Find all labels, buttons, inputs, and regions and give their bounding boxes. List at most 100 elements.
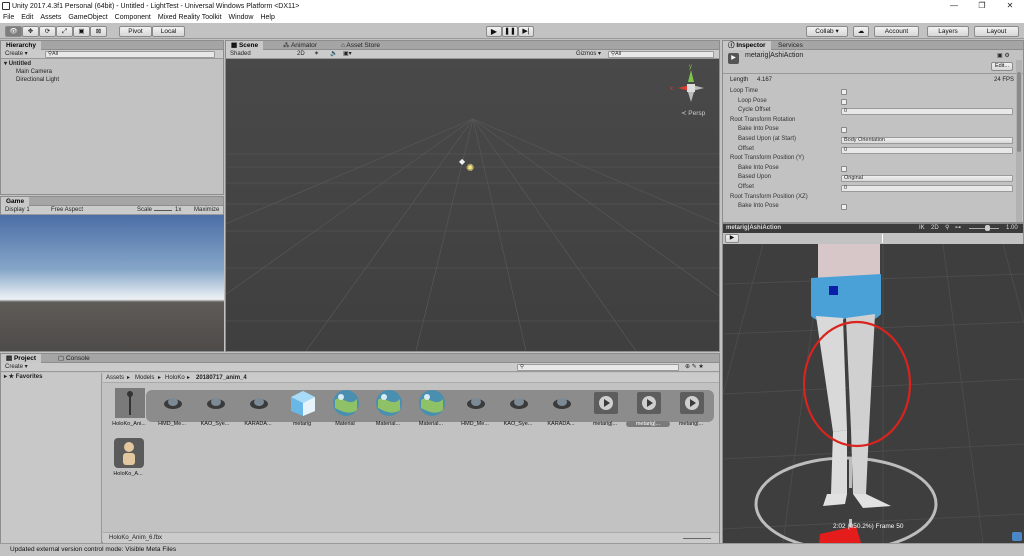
- preview-avatar-icon[interactable]: [1012, 532, 1022, 541]
- 2d-mode-toggle[interactable]: 2D: [297, 50, 305, 58]
- inspector-checkbox[interactable]: [841, 204, 847, 211]
- asset-item[interactable]: KARADA...: [541, 388, 581, 430]
- close-button[interactable]: ✕: [996, 0, 1024, 12]
- layers-dropdown[interactable]: Layers: [927, 26, 969, 37]
- persp-label[interactable]: ≺ Persp: [681, 109, 705, 117]
- asset-item[interactable]: HMD_Me...: [152, 388, 192, 430]
- speed-slider[interactable]: [969, 228, 999, 229]
- inspector-scrollbar[interactable]: [1016, 60, 1022, 222]
- hierarchy-item-directional-light[interactable]: Directional Light: [16, 76, 59, 84]
- layout-dropdown[interactable]: Layout: [974, 26, 1019, 37]
- scale-tool-button[interactable]: ⤢: [56, 26, 73, 37]
- rotate-tool-button[interactable]: ⟳: [39, 26, 56, 37]
- menu-file[interactable]: File: [3, 14, 14, 21]
- asset-item[interactable]: KAO_Sye...: [498, 388, 538, 430]
- menu-help[interactable]: Help: [260, 14, 274, 21]
- gizmos-dropdown[interactable]: Gizmos ▾: [576, 50, 601, 58]
- scale-slider[interactable]: [154, 210, 172, 211]
- scene-viewport[interactable]: ◆ ✺ y x ≺ Persp: [0, 59, 1017, 352]
- maximize-on-play-toggle[interactable]: Maximize: [194, 206, 219, 214]
- icon-size-slider[interactable]: [683, 538, 711, 539]
- collab-button[interactable]: Collab ▾: [806, 26, 848, 37]
- preview-play-button[interactable]: ▶: [725, 234, 739, 243]
- preview-timeline[interactable]: ▶: [723, 233, 1023, 244]
- asset-item[interactable]: KARADA...: [238, 388, 278, 430]
- menu-component[interactable]: Component: [115, 14, 151, 21]
- edit-button[interactable]: Edit...: [991, 62, 1013, 71]
- rect-tool-button[interactable]: ▣: [73, 26, 90, 37]
- breadcrumb-assets[interactable]: Assets: [106, 374, 124, 382]
- camera-gizmo-icon[interactable]: ◆: [459, 157, 465, 166]
- menu-assets[interactable]: Assets: [40, 14, 61, 21]
- game-viewport[interactable]: [0, 215, 224, 351]
- preview-viewport[interactable]: 2:02 (050.2%) Frame 50: [723, 244, 1024, 543]
- timeline-playhead[interactable]: [882, 234, 883, 243]
- tab-scene[interactable]: ▦ Scene: [226, 41, 264, 50]
- asset-item[interactable]: HoloKo_Ani...: [109, 388, 149, 430]
- scene-search-input[interactable]: ⚲All: [608, 51, 714, 58]
- inspector-value-field[interactable]: 0: [841, 108, 1013, 116]
- inspector-value-field[interactable]: 0: [841, 185, 1013, 192]
- ik-toggle[interactable]: IK: [919, 224, 925, 232]
- speed-slider-thumb[interactable]: [985, 225, 990, 231]
- scene-lighting-icon[interactable]: ✶: [314, 50, 319, 58]
- orientation-gizmo[interactable]: y x: [668, 62, 714, 108]
- asset-item[interactable]: metarig|...: [626, 388, 670, 430]
- tab-asset-store[interactable]: ⌂ Asset Store: [336, 41, 385, 50]
- move-tool-button[interactable]: ✥: [22, 26, 39, 37]
- tab-hierarchy[interactable]: Hierarchy: [1, 41, 41, 50]
- asset-item[interactable]: metarig: [282, 388, 322, 430]
- inspector-scroll-thumb[interactable]: [1017, 72, 1021, 152]
- inspector-checkbox[interactable]: [841, 89, 847, 95]
- favorites-folder[interactable]: ▸ ★ Favorites: [4, 373, 42, 381]
- tab-project[interactable]: ▤ Project: [1, 354, 41, 363]
- asset-item[interactable]: HMD_Me...: [455, 388, 495, 430]
- transform-tool-button[interactable]: ⊠: [90, 26, 107, 37]
- hierarchy-search-input[interactable]: ⚲All: [45, 51, 215, 58]
- inspector-checkbox[interactable]: [841, 127, 847, 134]
- display-dropdown[interactable]: Display 1: [5, 206, 30, 214]
- minimize-button[interactable]: —: [940, 0, 968, 12]
- project-search-input[interactable]: ⚲: [517, 364, 679, 371]
- breadcrumb-current[interactable]: 20180717_anim_4: [196, 374, 247, 382]
- hierarchy-item-main-camera[interactable]: Main Camera: [16, 68, 52, 76]
- local-toggle-button[interactable]: Local: [152, 26, 185, 37]
- preview-2d-toggle[interactable]: 2D: [931, 224, 939, 232]
- step-button[interactable]: ▶|: [518, 26, 534, 37]
- inspector-value-field[interactable]: 0: [841, 146, 1013, 154]
- pivot-toggle-button[interactable]: Pivot: [119, 26, 152, 37]
- play-button[interactable]: ▶: [486, 26, 502, 37]
- project-filter-icons[interactable]: ⊕ ✎ ★: [685, 363, 704, 371]
- project-create-button[interactable]: Create ▾: [5, 363, 28, 371]
- asset-item[interactable]: metarig|...: [671, 388, 711, 430]
- account-dropdown[interactable]: Account: [874, 26, 919, 37]
- maximize-button[interactable]: ❐: [968, 0, 996, 12]
- menu-edit[interactable]: Edit: [21, 14, 33, 21]
- light-gizmo-icon[interactable]: ✺: [466, 163, 474, 174]
- scene-audio-icon[interactable]: 🔈: [330, 50, 337, 58]
- asset-item[interactable]: Material: [325, 388, 365, 430]
- tab-console[interactable]: ▢ Console: [53, 354, 95, 363]
- menu-gameobject[interactable]: GameObject: [68, 14, 107, 21]
- avatar-asset[interactable]: HoloKo_A...: [108, 438, 148, 480]
- tab-services[interactable]: Services: [773, 41, 808, 50]
- inspector-checkbox[interactable]: [841, 98, 847, 105]
- breadcrumb-models[interactable]: Models: [135, 374, 154, 382]
- breadcrumb-holoko[interactable]: HoloKo: [165, 374, 185, 382]
- hand-tool-button[interactable]: 👁: [5, 26, 22, 37]
- inspector-checkbox[interactable]: [841, 165, 847, 172]
- asset-item[interactable]: Material...: [411, 388, 451, 430]
- asset-item[interactable]: Material...: [368, 388, 408, 430]
- menu-window[interactable]: Window: [229, 14, 254, 21]
- tab-inspector[interactable]: ⓘ Inspector: [723, 41, 771, 50]
- aspect-dropdown[interactable]: Free Aspect: [51, 206, 83, 214]
- menu-mixed-reality-toolkit[interactable]: Mixed Reality Toolkit: [158, 14, 222, 21]
- inspector-settings-icon[interactable]: ▣ ⚙: [997, 52, 1010, 60]
- scene-root[interactable]: ▾ Untitled: [4, 60, 31, 68]
- shading-mode-dropdown[interactable]: Shaded: [230, 50, 251, 58]
- inspector-dropdown[interactable]: Original: [841, 175, 1013, 183]
- hierarchy-create-button[interactable]: Create ▾: [5, 50, 28, 58]
- scene-effects-icon[interactable]: ▣▾: [343, 50, 352, 58]
- pause-button[interactable]: ❚❚: [502, 26, 518, 37]
- inspector-dropdown[interactable]: Body Orientation: [841, 137, 1013, 144]
